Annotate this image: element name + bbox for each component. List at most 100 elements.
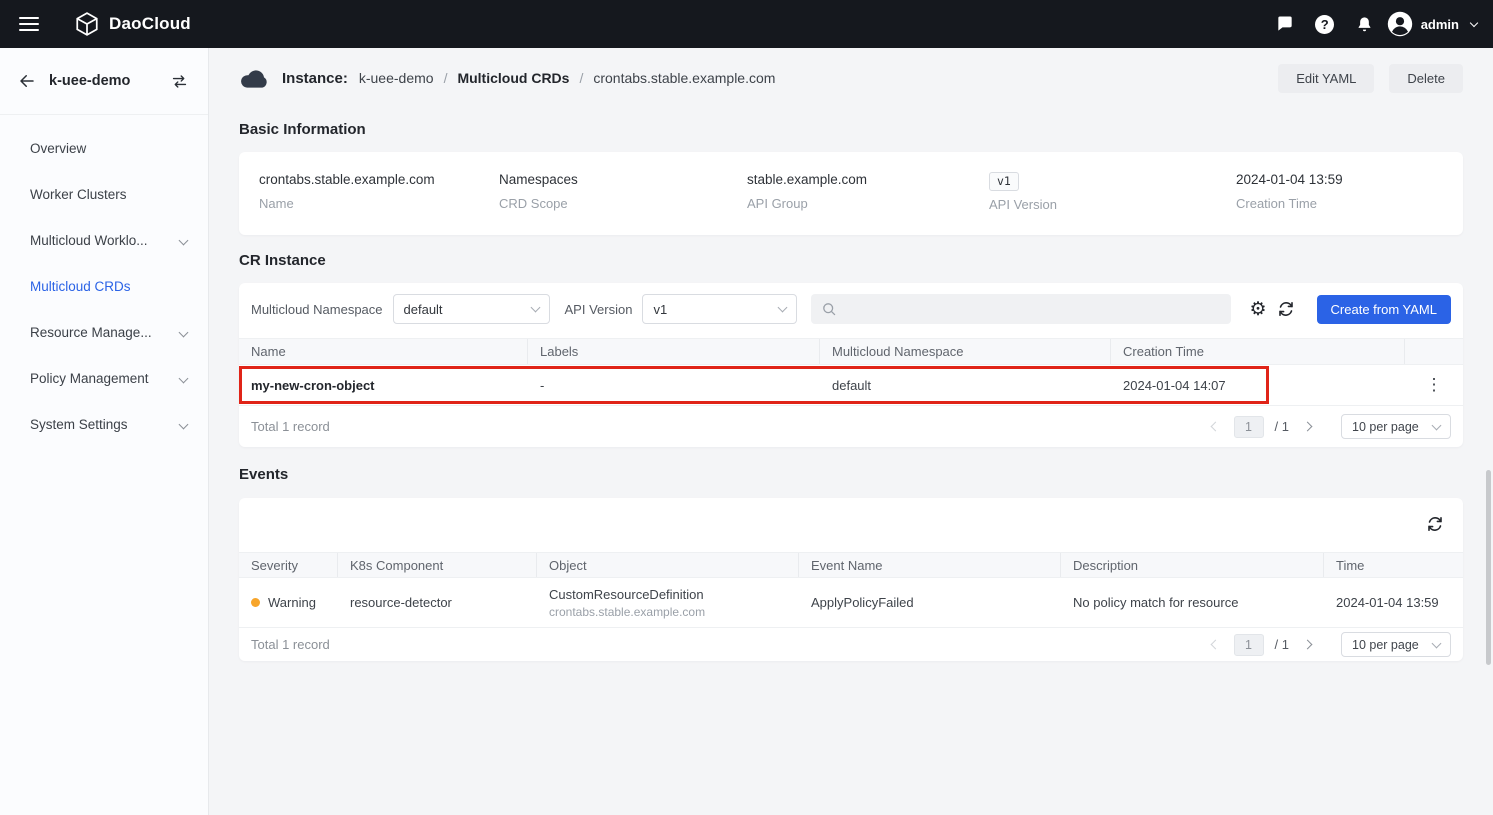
cr-filter-bar: Multicloud Namespace default API Version…	[251, 294, 1451, 324]
sidebar-item-worker-clusters[interactable]: Worker Clusters	[0, 171, 208, 217]
search-box	[811, 294, 1231, 324]
pagination: / 1 10 per page	[1208, 414, 1451, 439]
prev-page-button[interactable]	[1208, 637, 1223, 652]
refresh-button[interactable]	[1273, 296, 1299, 322]
sidebar-item-resource-management[interactable]: Resource Manage...	[0, 309, 208, 355]
page-input[interactable]	[1234, 634, 1264, 656]
chat-button[interactable]	[1265, 4, 1305, 44]
chevron-down-icon	[179, 373, 189, 383]
sidebar: k-uee-demo Overview Worker Clusters Mult…	[0, 48, 209, 815]
breadcrumb-multicloud-crds[interactable]: Multicloud CRDs	[457, 70, 569, 86]
user-menu[interactable]: admin	[1387, 11, 1481, 37]
column-settings-button[interactable]: ⚙	[1245, 296, 1271, 322]
sidebar-item-label: Policy Management	[30, 371, 149, 386]
page-size-select[interactable]: 10 per page	[1341, 414, 1451, 439]
version-badge: v1	[989, 172, 1019, 191]
next-page-button[interactable]	[1300, 637, 1315, 652]
next-page-button[interactable]	[1300, 419, 1315, 434]
notifications-button[interactable]	[1345, 4, 1385, 44]
namespace-filter-label: Multicloud Namespace	[251, 302, 383, 317]
chevron-left-icon	[1210, 422, 1220, 432]
total-records: Total 1 record	[251, 419, 330, 434]
sidebar-item-system-settings[interactable]: System Settings	[0, 401, 208, 447]
cr-table-footer: Total 1 record / 1 10 per page	[239, 405, 1463, 447]
field-label: API Version	[989, 197, 1057, 212]
table-row[interactable]: my-new-cron-object - default 2024-01-04 …	[239, 365, 1463, 405]
back-button[interactable]	[15, 69, 39, 93]
api-version-select[interactable]: v1	[642, 294, 797, 324]
cr-name-link[interactable]: my-new-cron-object	[239, 378, 528, 393]
field-label: Creation Time	[1236, 196, 1343, 211]
chevron-down-icon	[179, 327, 189, 337]
events-table-header: Severity K8s Component Object Event Name…	[239, 552, 1463, 578]
sidebar-nav: Overview Worker Clusters Multicloud Work…	[0, 115, 208, 447]
field-name: crontabs.stable.example.com Name	[259, 172, 435, 211]
field-label: API Group	[747, 196, 867, 211]
menu-icon[interactable]	[19, 17, 39, 31]
page-header: Instance: k-uee-demo / Multicloud CRDs /…	[239, 62, 1463, 94]
field-label: CRD Scope	[499, 196, 578, 211]
edit-yaml-button[interactable]: Edit YAML	[1278, 64, 1374, 93]
create-from-yaml-button[interactable]: Create from YAML	[1317, 295, 1451, 324]
sidebar-item-label: System Settings	[30, 417, 128, 432]
field-crd-scope: Namespaces CRD Scope	[499, 172, 578, 211]
cr-table-header: Name Labels Multicloud Namespace Creatio…	[239, 338, 1463, 365]
event-name-cell: ApplyPolicyFailed	[799, 595, 1061, 610]
topbar: DaoCloud ?	[0, 0, 1493, 48]
object-cell: CustomResourceDefinition crontabs.stable…	[537, 587, 799, 619]
namespace-select-value: default	[404, 302, 443, 317]
column-header-name: Name	[239, 339, 528, 364]
help-button[interactable]: ?	[1305, 4, 1345, 44]
api-version-filter-label: API Version	[565, 302, 633, 317]
page-total: / 1	[1275, 419, 1289, 434]
pagination: / 1 10 per page	[1208, 632, 1451, 657]
search-input[interactable]	[845, 302, 1221, 317]
events-refresh-button[interactable]	[1421, 510, 1449, 538]
field-value: crontabs.stable.example.com	[259, 172, 435, 187]
namespace-select[interactable]: default	[393, 294, 550, 324]
brand-name: DaoCloud	[109, 14, 191, 34]
column-header-component: K8s Component	[338, 553, 537, 577]
page-input[interactable]	[1234, 416, 1264, 438]
switch-cluster-button[interactable]	[166, 68, 192, 94]
field-api-version: v1 API Version	[989, 172, 1057, 212]
field-value: stable.example.com	[747, 172, 867, 187]
main-content: Instance: k-uee-demo / Multicloud CRDs /…	[210, 48, 1493, 815]
sidebar-item-policy-management[interactable]: Policy Management	[0, 355, 208, 401]
brand[interactable]: DaoCloud	[74, 11, 191, 37]
cr-creation-time-cell: 2024-01-04 14:07	[1111, 378, 1405, 393]
api-version-select-value: v1	[653, 302, 667, 317]
scrollbar-thumb[interactable]	[1486, 470, 1491, 665]
time-cell: 2024-01-04 13:59	[1324, 595, 1463, 610]
events-title: Events	[239, 466, 288, 483]
daocloud-logo-icon	[74, 11, 100, 37]
chevron-down-icon	[1432, 420, 1442, 430]
sidebar-item-label: Multicloud CRDs	[30, 279, 131, 294]
object-name: crontabs.stable.example.com	[549, 605, 799, 619]
column-header-labels: Labels	[528, 339, 820, 364]
sidebar-item-label: Worker Clusters	[30, 187, 127, 202]
cr-namespace-cell: default	[820, 378, 1111, 393]
avatar	[1387, 11, 1413, 37]
column-header-namespace: Multicloud Namespace	[820, 339, 1111, 364]
delete-button[interactable]: Delete	[1389, 64, 1463, 93]
chevron-down-icon	[530, 303, 540, 313]
cr-instance-card: Multicloud Namespace default API Version…	[239, 283, 1463, 447]
events-card: Severity K8s Component Object Event Name…	[239, 498, 1463, 661]
column-header-actions	[1405, 339, 1463, 364]
chevron-left-icon	[1210, 640, 1220, 650]
kebab-menu-icon[interactable]: ⋮	[1417, 373, 1452, 397]
sidebar-item-multicloud-workloads[interactable]: Multicloud Worklo...	[0, 217, 208, 263]
prev-page-button[interactable]	[1208, 419, 1223, 434]
breadcrumb-current: crontabs.stable.example.com	[593, 70, 775, 86]
sidebar-item-label: Resource Manage...	[30, 325, 152, 340]
sidebar-item-overview[interactable]: Overview	[0, 125, 208, 171]
breadcrumb-separator: /	[444, 70, 448, 86]
page-size-select[interactable]: 10 per page	[1341, 632, 1451, 657]
page-size-value: 10 per page	[1352, 420, 1419, 434]
chevron-down-icon	[778, 303, 788, 313]
column-header-event-name: Event Name	[799, 553, 1061, 577]
breadcrumb-instance[interactable]: k-uee-demo	[359, 70, 434, 86]
search-icon	[821, 301, 837, 317]
sidebar-item-multicloud-crds[interactable]: Multicloud CRDs	[0, 263, 208, 309]
